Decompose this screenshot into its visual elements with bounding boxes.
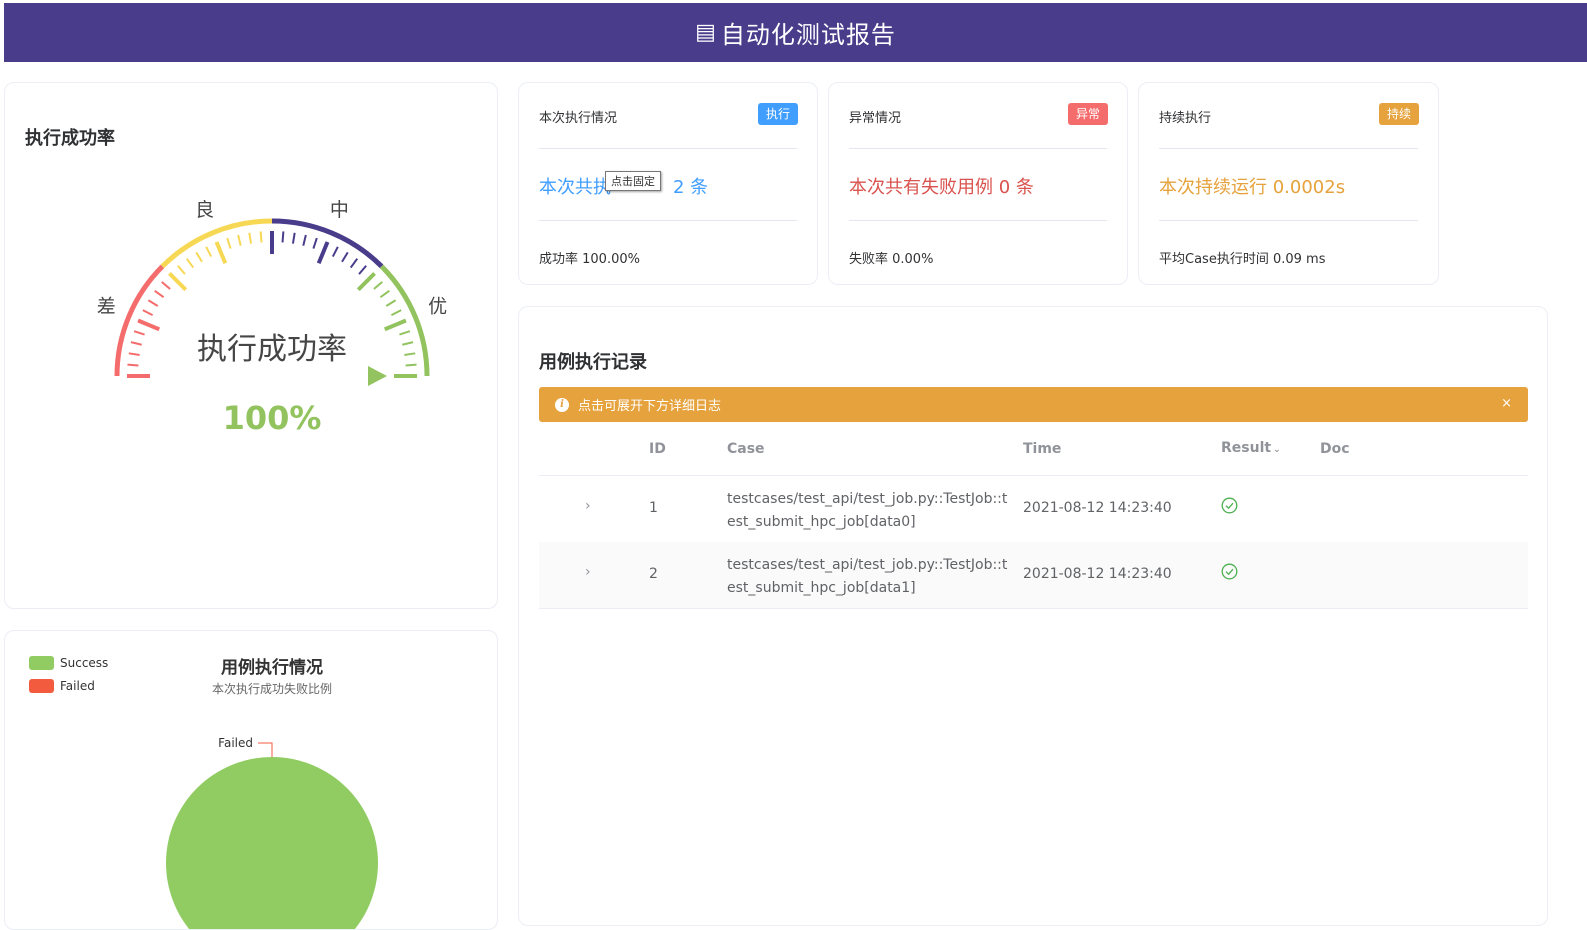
row-id: 1 — [649, 500, 658, 516]
gauge-tick — [312, 237, 318, 249]
stat-tag-execution: 执行 — [757, 103, 798, 125]
expand-row-icon[interactable]: › — [585, 498, 591, 514]
row-case: testcases/test_api/test_job.py::TestJob:… — [727, 491, 1008, 530]
pie-label-line — [258, 742, 273, 757]
row-case: testcases/test_api/test_job.py::TestJob:… — [727, 557, 1008, 596]
column-result-filter[interactable]: Result ⌄ — [1221, 440, 1281, 456]
pie-chart: Failed — [166, 736, 378, 929]
alert-text: 点击可展开下方详细日志 — [578, 399, 722, 414]
row-time: 2021-08-12 14:23:40 — [1023, 500, 1172, 516]
report-icon: ▤ — [695, 20, 717, 45]
gauge-label-excellent: 优 — [428, 296, 447, 318]
gauge-tick — [331, 246, 339, 258]
stat-card-exceptions: 异常情况 异常 本次共有失败用例 0 条 失败率 0.00% — [828, 82, 1128, 285]
gauge-tick — [385, 299, 397, 307]
gauge-tick — [195, 251, 203, 263]
divider — [849, 220, 1107, 221]
stat-tag-duration: 持续 — [1378, 103, 1419, 125]
gauge-label-medium: 中 — [330, 199, 349, 221]
column-case: Case — [727, 441, 765, 457]
gauge-tick — [185, 258, 195, 269]
stat-foot: 平均Case执行时间 0.09 ms — [1159, 252, 1326, 267]
gauge-tick — [349, 258, 359, 269]
stat-card-execution: 本次执行情况 执行 本次共执 2 条 点击固定 成功率 100.00% — [518, 82, 818, 285]
report-title: 自动化测试报告 — [720, 21, 896, 49]
gauge-tick — [154, 289, 165, 299]
gauge-value: 100% — [222, 399, 322, 437]
divider — [1159, 148, 1418, 149]
table-row[interactable]: › 2 testcases/test_api/test_job.py::Test… — [539, 542, 1528, 609]
stat-foot: 成功率 100.00% — [539, 252, 640, 267]
divider — [539, 220, 797, 221]
gauge-label-poor: 差 — [97, 296, 116, 318]
stat-main-start: 本次共执 — [539, 177, 611, 198]
stat-main-end: 2 条 — [673, 177, 709, 198]
column-result: Result — [1221, 440, 1272, 456]
row-id: 2 — [649, 566, 658, 582]
column-id: ID — [649, 441, 666, 457]
gauge-tick — [341, 251, 349, 263]
stat-main-exceptions: 本次共有失败用例 0 条 — [849, 177, 1034, 198]
gauge-tick — [248, 232, 253, 244]
gauge-tick — [161, 281, 171, 290]
case-records-card: 用例执行记录 i 点击可展开下方详细日志 × ID Case Time Resu… — [518, 306, 1548, 926]
stat-head: 持续执行 — [1159, 111, 1212, 126]
column-doc: Doc — [1320, 441, 1350, 457]
chevron-down-icon: ⌄ — [1273, 445, 1281, 455]
gauge-tick — [302, 234, 307, 246]
expand-log-alert[interactable]: i 点击可展开下方详细日志 × — [539, 387, 1528, 422]
divider — [1159, 220, 1418, 221]
gauge-tick — [259, 231, 263, 243]
gauge-label-good: 良 — [195, 199, 214, 221]
stat-head: 本次执行情况 — [539, 111, 618, 126]
table-header: ID Case Time Result ⌄ Doc — [539, 422, 1528, 476]
expand-row-icon[interactable]: › — [585, 564, 591, 580]
pie-slice-label-failed: Failed — [218, 736, 253, 750]
success-check-icon — [1221, 563, 1238, 584]
success-check-icon — [1221, 497, 1238, 518]
gauge-center-label: 执行成功率 — [197, 332, 347, 367]
gauge-tick — [142, 309, 154, 317]
report-header: ▤ 自动化测试报告 — [4, 3, 1587, 62]
gauge-tick — [214, 241, 228, 265]
table-row[interactable]: › 1 testcases/test_api/test_job.py::Test… — [539, 476, 1528, 543]
pie-slice-success — [166, 757, 378, 929]
gauge-tick — [379, 289, 390, 299]
gauge-tick — [316, 241, 330, 265]
gauge-tick — [373, 281, 383, 290]
gauge-tick — [168, 272, 188, 292]
stat-head: 异常情况 — [849, 111, 902, 126]
gauge-tick — [281, 231, 285, 243]
column-time: Time — [1023, 441, 1062, 457]
close-icon[interactable]: × — [1501, 396, 1512, 411]
tooltip: 点击固定 — [605, 171, 661, 191]
stat-main-duration: 本次持续运行 0.0002s — [1159, 177, 1346, 198]
gauge-tick — [205, 246, 213, 258]
gauge-tick — [237, 234, 242, 246]
success-rate-card: 执行成功率 差良中优 执行成功率 100% — [4, 82, 498, 609]
gauge-tick — [291, 232, 296, 244]
row-time: 2021-08-12 14:23:40 — [1023, 566, 1172, 582]
case-records-title: 用例执行记录 — [539, 352, 647, 373]
divider — [539, 148, 797, 149]
gauge-tick — [147, 299, 159, 307]
stat-card-duration: 持续执行 持续 本次持续运行 0.0002s 平均Case执行时间 0.09 m… — [1138, 82, 1439, 285]
stat-tag-exceptions: 异常 — [1067, 103, 1108, 125]
gauge-tick — [177, 265, 186, 275]
gauge-tick — [356, 272, 376, 292]
gauge-pointer — [368, 366, 387, 386]
gauge-tick — [226, 237, 232, 249]
divider — [849, 148, 1107, 149]
stat-foot: 失败率 0.00% — [849, 252, 934, 267]
info-icon: i — [555, 397, 569, 412]
gauge-tick — [358, 265, 367, 275]
case-execution-pie-card: Success Failed 用例执行情况 本次执行成功失败比例 Failed — [4, 630, 498, 930]
gauge-tick — [390, 309, 402, 317]
